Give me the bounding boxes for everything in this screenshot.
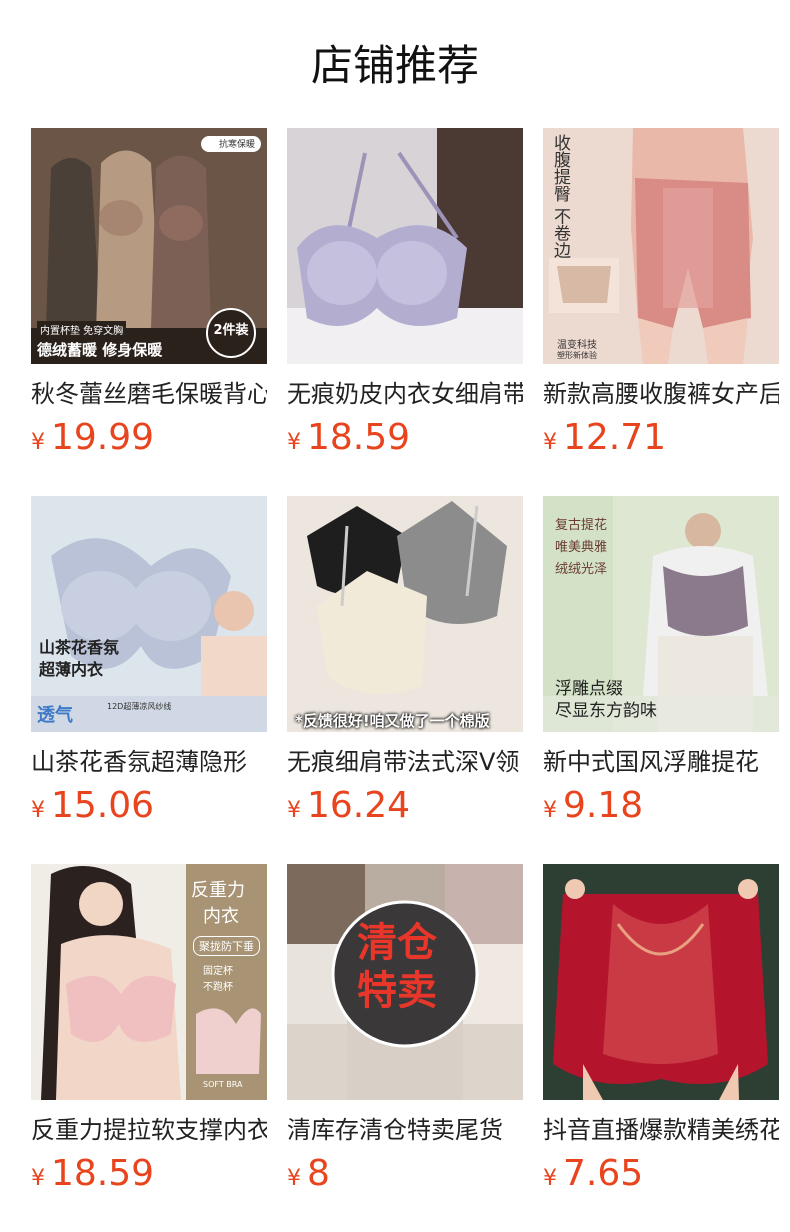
image-caption: 收腹提臀 不卷边: [550, 134, 570, 259]
image-subcaption: 温变科技: [557, 340, 597, 351]
product-card[interactable]: 反重力 内衣 聚拢防下垂 固定杯 不跑杯 SOFT BRA 反重力提拉软支撑内衣…: [31, 864, 267, 1232]
currency-symbol: ¥: [287, 798, 301, 823]
product-name[interactable]: 无痕细肩带法式深V领: [287, 746, 523, 778]
price-amount: 19.99: [51, 417, 155, 458]
price-amount: 18.59: [307, 417, 411, 458]
product-card[interactable]: 山茶花香氛 超薄内衣 透气 12D超薄凉风纱线 山茶花香氛超薄隐形 ¥ 15.0…: [31, 496, 267, 864]
price-amount: 7.65: [563, 1153, 644, 1194]
image-subcaption: SOFT BRA: [203, 1080, 243, 1089]
image-subcaption: 不跑杯: [203, 982, 233, 993]
product-card[interactable]: 清仓 特卖 清库存清仓特卖尾货 ¥ 8: [287, 864, 523, 1232]
price-amount: 9.18: [563, 785, 644, 826]
image-feature: 唯美典雅: [555, 540, 608, 555]
product-image[interactable]: 山茶花香氛 超薄内衣 透气 12D超薄凉风纱线: [31, 496, 267, 732]
product-name[interactable]: 新款高腰收腹裤女产后: [543, 378, 779, 410]
price-amount: 18.59: [51, 1153, 155, 1194]
product-price: ¥ 9.18: [543, 784, 779, 828]
price-amount: 16.24: [307, 785, 411, 826]
image-caption: 清仓: [357, 920, 437, 966]
product-name[interactable]: 抖音直播爆款精美绣花: [543, 1114, 779, 1146]
product-card[interactable]: 复古提花 唯美典雅 绒绒光泽 浮雕点缀 尽显东方韵味 新中式国风浮雕提花 ¥ 9…: [543, 496, 779, 864]
image-subcaption: 内置杯垫 免穿文胸: [37, 321, 127, 338]
currency-symbol: ¥: [287, 1166, 301, 1191]
product-grid: 抗寒保暖 内置杯垫 免穿文胸 德绒蓄暖 修身保暖 2件装 秋冬蕾丝磨毛保暖背心 …: [31, 128, 779, 1232]
product-image[interactable]: 清仓 特卖: [287, 864, 523, 1100]
image-caption: 反重力: [191, 880, 245, 901]
currency-symbol: ¥: [31, 1166, 45, 1191]
product-image[interactable]: [543, 864, 779, 1100]
image-caption: *反馈很好!咱又做了一个棉版: [295, 712, 490, 730]
product-name[interactable]: 清库存清仓特卖尾货: [287, 1114, 523, 1146]
image-caption: 尽显东方韵味: [555, 701, 657, 721]
price-amount: 15.06: [51, 785, 155, 826]
product-image[interactable]: 抗寒保暖 内置杯垫 免穿文胸 德绒蓄暖 修身保暖 2件装: [31, 128, 267, 364]
product-image[interactable]: 收腹提臀 不卷边 温变科技 塑形新体验: [543, 128, 779, 364]
image-tag-text: 抗寒保暖: [219, 140, 256, 150]
product-price: ¥ 18.59: [31, 1152, 267, 1196]
product-name[interactable]: 秋冬蕾丝磨毛保暖背心: [31, 378, 267, 410]
product-price: ¥ 12.71: [543, 416, 779, 460]
product-image[interactable]: [287, 128, 523, 364]
image-subcaption: 透气: [37, 705, 73, 726]
currency-symbol: ¥: [31, 798, 45, 823]
image-feature: 复古提花: [555, 518, 608, 533]
product-price: ¥ 19.99: [31, 416, 267, 460]
image-caption: 山茶花香氛: [39, 638, 120, 657]
product-card[interactable]: 收腹提臀 不卷边 温变科技 塑形新体验 新款高腰收腹裤女产后 ¥ 12.71: [543, 128, 779, 496]
page-title: 店铺推荐: [310, 41, 479, 90]
product-name[interactable]: 新中式国风浮雕提花: [543, 746, 779, 778]
currency-symbol: ¥: [543, 798, 557, 823]
product-price: ¥ 16.24: [287, 784, 523, 828]
product-card[interactable]: 抖音直播爆款精美绣花 ¥ 7.65: [543, 864, 779, 1232]
product-price: ¥ 8: [287, 1152, 523, 1196]
product-image[interactable]: *反馈很好!咱又做了一个棉版: [287, 496, 523, 732]
product-name[interactable]: 山茶花香氛超薄隐形: [31, 746, 267, 778]
image-caption: 超薄内衣: [39, 660, 104, 679]
price-amount: 12.71: [563, 417, 667, 458]
image-badge: 2件装: [213, 323, 249, 338]
image-subcaption: 塑形新体验: [557, 351, 597, 360]
image-subcaption: 聚拢防下垂: [193, 936, 260, 956]
product-card[interactable]: *反馈很好!咱又做了一个棉版 无痕细肩带法式深V领 ¥ 16.24: [287, 496, 523, 864]
product-image[interactable]: 反重力 内衣 聚拢防下垂 固定杯 不跑杯 SOFT BRA: [31, 864, 267, 1100]
currency-symbol: ¥: [543, 1166, 557, 1191]
image-feature: 绒绒光泽: [555, 562, 608, 577]
currency-symbol: ¥: [543, 430, 557, 455]
product-name[interactable]: 无痕奶皮内衣女细肩带: [287, 378, 523, 410]
product-price: ¥ 7.65: [543, 1152, 779, 1196]
product-name[interactable]: 反重力提拉软支撑内衣: [31, 1114, 267, 1146]
currency-symbol: ¥: [287, 430, 301, 455]
price-amount: 8: [307, 1153, 330, 1194]
image-caption: 德绒蓄暖 修身保暖: [37, 341, 163, 359]
image-subcaption: 12D超薄凉风纱线: [107, 702, 172, 711]
currency-symbol: ¥: [31, 430, 45, 455]
product-price: ¥ 15.06: [31, 784, 267, 828]
product-card[interactable]: 无痕奶皮内衣女细肩带 ¥ 18.59: [287, 128, 523, 496]
product-card[interactable]: 抗寒保暖 内置杯垫 免穿文胸 德绒蓄暖 修身保暖 2件装 秋冬蕾丝磨毛保暖背心 …: [31, 128, 267, 496]
image-caption: 特卖: [357, 968, 437, 1014]
product-price: ¥ 18.59: [287, 416, 523, 460]
image-subcaption: 固定杯: [203, 966, 233, 977]
image-caption: 内衣: [203, 906, 239, 927]
product-image[interactable]: 复古提花 唯美典雅 绒绒光泽 浮雕点缀 尽显东方韵味: [543, 496, 779, 732]
